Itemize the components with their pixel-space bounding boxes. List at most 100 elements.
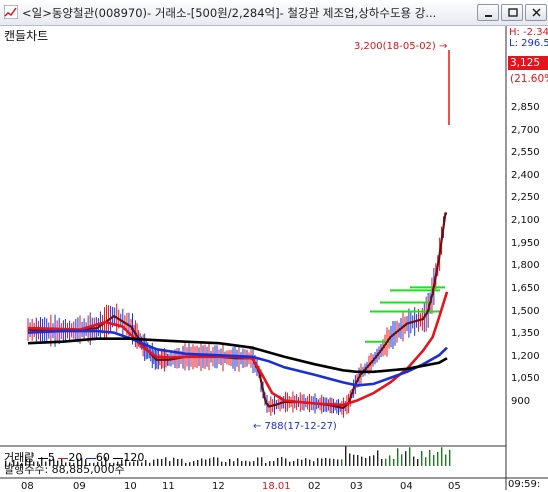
- volume-bar: [289, 461, 291, 466]
- price-tick: 900: [511, 396, 531, 407]
- time-tick: 11: [162, 481, 175, 492]
- volume-bar: [277, 458, 279, 466]
- volume-bar: [261, 457, 263, 466]
- price-tick: 2,250: [511, 192, 540, 204]
- time-tick: 02: [308, 481, 321, 492]
- volume-bar: [381, 459, 383, 466]
- volume-bar: [145, 460, 147, 466]
- volume-bar: [313, 461, 315, 466]
- volume-bar: [365, 457, 367, 466]
- volume-bar: [401, 454, 403, 466]
- volume-bar: [393, 458, 395, 466]
- volume-bar: [265, 462, 267, 466]
- volume-bar: [225, 461, 227, 466]
- ma120-swatch: [113, 457, 124, 459]
- volume-bar: [329, 458, 331, 466]
- time-tick: 18.01: [262, 481, 291, 492]
- change-percent: (21.60%): [508, 72, 548, 86]
- volume-bar: [345, 446, 347, 466]
- volume-bar: [369, 456, 371, 466]
- volume-bar: [389, 455, 391, 466]
- price-tick: 2,550: [511, 147, 540, 159]
- ma60-swatch: [85, 457, 96, 459]
- volume-bar: [361, 456, 363, 466]
- volume-bar: [373, 455, 375, 466]
- volume-bar: [309, 459, 311, 466]
- volume-bar: [385, 458, 387, 466]
- volume-bar: [353, 454, 355, 466]
- volume-bar: [293, 460, 295, 466]
- volume-bar: [377, 450, 379, 466]
- volume-bar: [437, 451, 439, 466]
- volume-bar: [445, 454, 447, 466]
- volume-bar: [197, 459, 199, 466]
- volume-bar: [249, 461, 251, 466]
- volume-bar: [233, 461, 235, 466]
- time-tick: 08: [21, 481, 34, 492]
- volume-bar: [417, 459, 419, 466]
- trough-annotation: ← 788(17-12-27): [253, 421, 337, 432]
- ma20-swatch: [58, 457, 69, 459]
- ma5-swatch: [37, 457, 48, 459]
- time-tick: 12: [212, 481, 225, 492]
- low-value: L: 296.5: [509, 38, 548, 49]
- volume-bar: [333, 458, 335, 466]
- volume-bar: [341, 459, 343, 466]
- price-tick: 2,700: [511, 124, 540, 136]
- price-tick: 2,100: [511, 215, 540, 227]
- price-tick: 1,050: [511, 373, 540, 385]
- volume-bar: [425, 457, 427, 466]
- volume-bar: [357, 454, 359, 466]
- price-tick: 1,950: [511, 237, 540, 249]
- volume-bar: [421, 451, 423, 466]
- price-tick: 1,500: [511, 305, 540, 317]
- volume-bar: [433, 455, 435, 466]
- volume-bar: [229, 458, 231, 466]
- volume-bar: [337, 459, 339, 466]
- volume-bar: [285, 458, 287, 466]
- price-tick: 1,350: [511, 328, 540, 340]
- price-tick: 1,200: [511, 350, 540, 362]
- volume-bar: [281, 457, 283, 466]
- volume-bar: [325, 457, 327, 466]
- volume-bar: [269, 461, 271, 466]
- volume-bar: [397, 448, 399, 466]
- volume-bar: [297, 458, 299, 466]
- time-tick: 09: [73, 481, 86, 492]
- price-tick: 1,650: [511, 282, 540, 294]
- volume-bar: [217, 457, 219, 466]
- volume-bar: [161, 458, 163, 466]
- time-tick: 10: [124, 481, 137, 492]
- price-tick: 2,850: [511, 102, 540, 113]
- volume-bar: [189, 462, 191, 466]
- volume-bar: [429, 450, 431, 466]
- volume-bar: [169, 461, 171, 466]
- volume-bar: [153, 459, 155, 466]
- volume-bar: [237, 458, 239, 466]
- chart-type-label: 캔들차트: [4, 29, 49, 43]
- time-tick: 05: [448, 481, 461, 492]
- volume-bar: [241, 460, 243, 466]
- volume-bar: [321, 458, 323, 466]
- volume-bar: [149, 462, 151, 466]
- ma20-line: [27, 291, 449, 407]
- price-tick: 2,400: [511, 169, 540, 181]
- volume-bar: [441, 447, 443, 466]
- candle-chart[interactable]: [0, 0, 548, 490]
- current-price-badge: 3,125: [508, 56, 548, 70]
- volume-bar: [409, 447, 411, 466]
- issued-shares: 발행주수: 88,885,000주: [4, 463, 125, 476]
- high-value: H: -2.34: [509, 27, 548, 38]
- volume-bar: [205, 459, 207, 466]
- volume-bar: [209, 458, 211, 466]
- volume-bar: [181, 458, 183, 466]
- volume-bar: [193, 461, 195, 466]
- volume-bar: [305, 458, 307, 466]
- volume-bar: [301, 459, 303, 466]
- volume-bar: [157, 458, 159, 466]
- volume-bar: [185, 462, 187, 466]
- volume-bar: [213, 457, 215, 466]
- volume-bar: [245, 460, 247, 466]
- time-tick: 03: [350, 481, 363, 492]
- volume-bar: [253, 461, 255, 466]
